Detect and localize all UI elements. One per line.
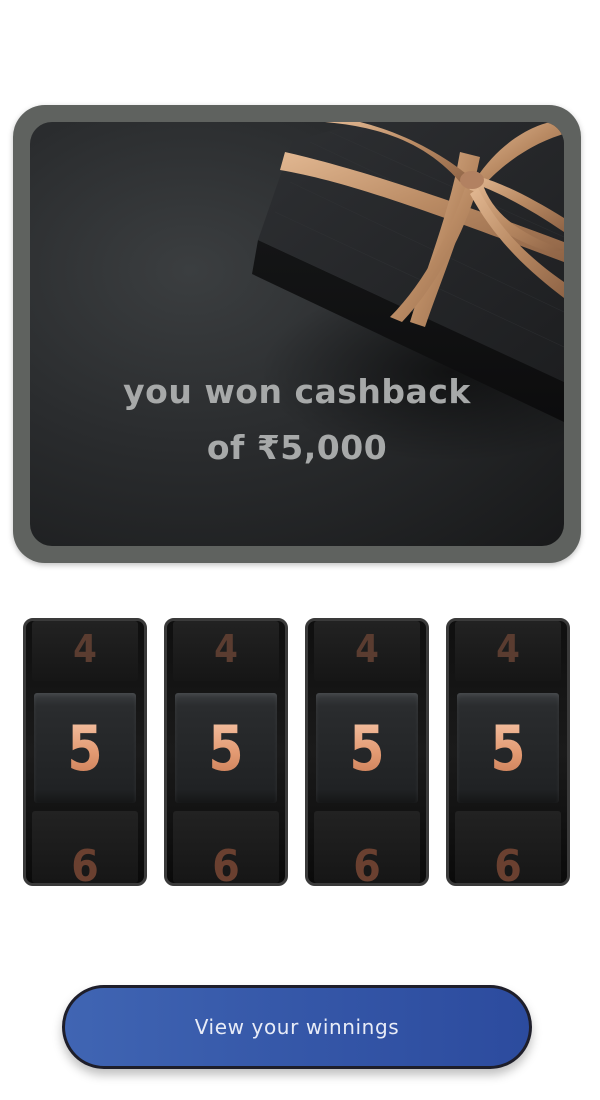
reel-3-prev-digit: 4 <box>355 627 379 671</box>
slot-reel-1: 4 5 6 <box>23 618 147 886</box>
reel-3-digit: 5 <box>319 713 416 785</box>
gift-box-icon <box>252 122 564 462</box>
reel-1-next-digit: 6 <box>71 841 99 886</box>
slot-reel-2: 4 5 6 <box>164 618 288 886</box>
win-message-amount: of ₹5,000 <box>206 428 388 467</box>
reel-4-prev-digit: 4 <box>496 627 520 671</box>
reel-1-digit: 5 <box>37 713 134 785</box>
reel-3-next-digit: 6 <box>353 841 381 886</box>
slot-reel-3: 4 5 6 <box>305 618 429 886</box>
win-message-line1: you won cashback <box>123 372 471 411</box>
reel-1-prev-digit: 4 <box>73 627 97 671</box>
reel-4-next-digit: 6 <box>494 841 522 886</box>
view-winnings-button[interactable]: View your winnings <box>62 985 532 1069</box>
reel-2-digit: 5 <box>178 713 275 785</box>
reel-2-next-digit: 6 <box>212 841 240 886</box>
reward-card-image: you won cashback of ₹5,000 <box>30 122 564 546</box>
reward-card: you won cashback of ₹5,000 <box>13 105 581 563</box>
reel-2-prev-digit: 4 <box>214 627 238 671</box>
reel-4-digit: 5 <box>460 713 557 785</box>
slot-reel-4: 4 5 6 <box>446 618 570 886</box>
